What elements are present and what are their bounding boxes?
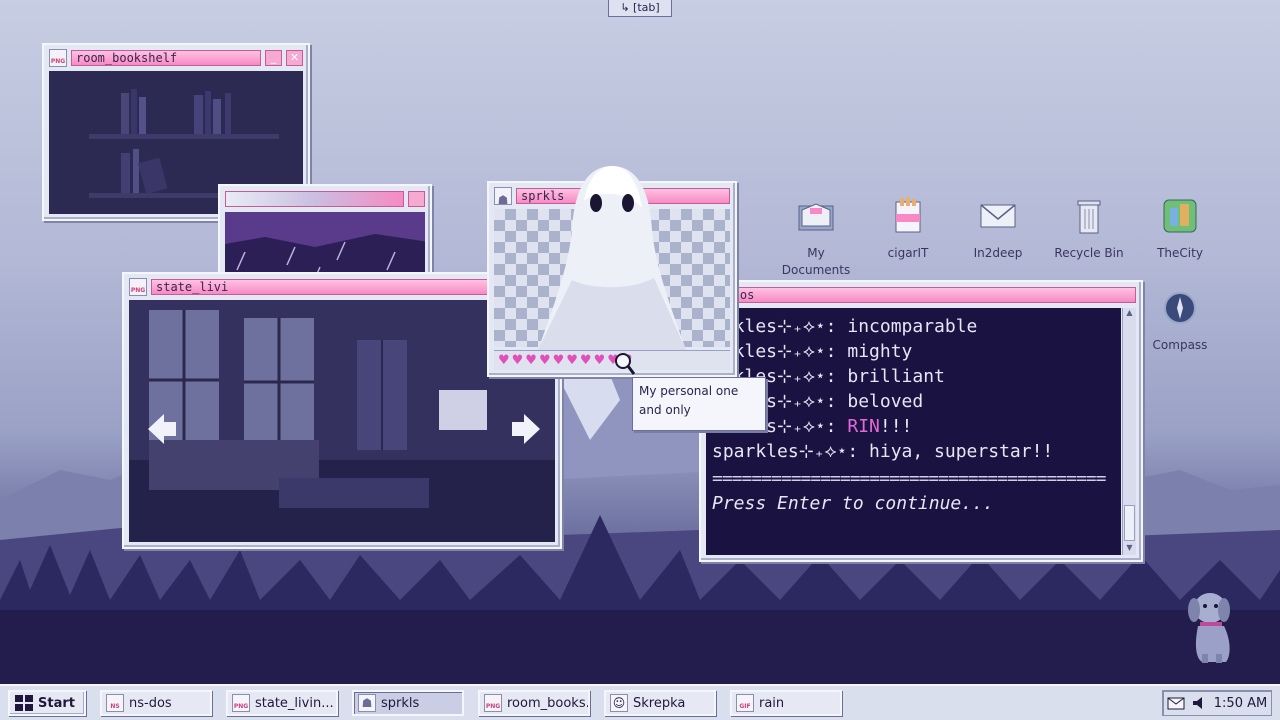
titlebar[interactable]: ns-dos <box>704 285 1138 305</box>
taskbar-label: state_livin... <box>255 695 334 711</box>
icon-label: Compass <box>1152 338 1208 352</box>
ghost-icon: ☗ <box>358 694 376 712</box>
terminal-separator: ======================================== <box>712 468 1106 489</box>
window-title: room_bookshelf <box>71 50 261 66</box>
scroll-thumb[interactable] <box>1124 505 1135 541</box>
png-file-icon: PNG <box>49 49 67 67</box>
icon-label: Recycle Bin <box>1054 246 1124 260</box>
start-button[interactable]: Start <box>8 690 86 716</box>
desktop-icon-compass[interactable]: Compass <box>1135 288 1225 354</box>
close-button[interactable] <box>408 191 425 207</box>
taskbar-label: room_books... <box>507 695 590 711</box>
scroll-up-arrow-icon[interactable]: ▲ <box>1123 308 1136 320</box>
desktop-icon-thecity[interactable]: TheCity <box>1135 196 1225 262</box>
magnifier-cursor-icon <box>615 353 636 375</box>
icon-label: TheCity <box>1157 246 1203 260</box>
icon-label-line2: Documents <box>781 263 851 277</box>
terminal-line: arkles⊹₊⟡⋆: brilliant <box>712 366 945 387</box>
terminal-line: arkles⊹₊⟡⋆: mighty <box>712 341 913 362</box>
scroll-down-arrow-icon[interactable]: ▼ <box>1123 543 1136 555</box>
clock: 1:50 AM <box>1213 695 1268 711</box>
taskbar: Start NS ns-dos PNG state_livin... ☗ spr… <box>0 684 1280 720</box>
close-button[interactable]: ✕ <box>286 50 303 66</box>
icon-label: In2deep <box>973 246 1023 260</box>
system-tray: 1:50 AM <box>1162 690 1272 716</box>
tooltip-line: and only <box>639 403 691 417</box>
terminal-line: sparkles⊹₊⟡⋆: hiya, superstar!! <box>712 441 1054 462</box>
tooltip-line: My personal one <box>639 384 739 398</box>
ns-dos-icon: NS <box>106 694 124 712</box>
taskbar-label: Skrepka <box>633 695 686 711</box>
taskbar-label: ns-dos <box>129 695 172 711</box>
ghost-icon: ☗ <box>494 187 512 206</box>
taskbar-item-sprkls[interactable]: ☗ sprkls <box>352 690 464 716</box>
start-label: Start <box>38 695 75 711</box>
minimize-button[interactable]: _ <box>265 50 282 66</box>
terminal-line: arkles⊹₊⟡⋆: incomparable <box>712 316 978 337</box>
previous-arrow-icon[interactable] <box>148 412 176 446</box>
ghost-tooltip: My personal one and only <box>632 377 766 431</box>
taskbar-item-ns-dos[interactable]: NS ns-dos <box>100 690 212 716</box>
windows-logo-icon <box>15 695 33 711</box>
taskbar-item-skrepka[interactable]: ☺ Skrepka <box>604 690 716 716</box>
desktop-icon-my-documents[interactable]: My Documents <box>771 196 861 279</box>
taskbar-item-state-living[interactable]: PNG state_livin... <box>226 690 338 716</box>
taskbar-item-room-bookshelf[interactable]: PNG room_books... <box>478 690 590 716</box>
skrepka-face-icon: ☺ <box>610 694 628 712</box>
dog-mascot[interactable] <box>1180 588 1244 664</box>
trash-icon <box>1077 200 1101 234</box>
taskbar-label: sprkls <box>381 695 420 711</box>
desktop-icon-cigarit[interactable]: cigarIT <box>863 196 953 262</box>
volume-icon[interactable] <box>1192 696 1206 710</box>
taskbar-label: rain <box>759 695 785 711</box>
titlebar[interactable]: PNG room_bookshelf _ ✕ <box>47 48 305 68</box>
window-title: ns-dos <box>706 287 1136 303</box>
ghost-character[interactable] <box>532 160 692 355</box>
desktop-icon-recycle-bin[interactable]: Recycle Bin <box>1044 196 1134 262</box>
icon-label-line1: My <box>807 246 825 260</box>
png-file-icon: PNG <box>484 694 502 712</box>
terminal-line: arkles⊹₊⟡⋆: beloved <box>712 391 924 412</box>
terminal-line: arkles⊹₊⟡⋆: RIN!!! <box>712 416 913 437</box>
gif-file-icon: GIF <box>736 694 754 712</box>
folder-icon <box>798 203 834 231</box>
icon-label: cigarIT <box>887 246 929 260</box>
compass-icon <box>1164 292 1196 324</box>
mail-icon[interactable] <box>1167 697 1185 710</box>
tab-hint: ↳ [tab] <box>608 0 672 17</box>
cigarette-pack-icon <box>895 197 921 233</box>
png-file-icon: PNG <box>232 694 250 712</box>
next-arrow-icon[interactable] <box>512 412 540 446</box>
glitched-title-bar <box>225 191 404 207</box>
continue-prompt[interactable]: Press Enter to continue... <box>712 491 1121 516</box>
png-file-icon: PNG <box>129 278 147 296</box>
terminal-output[interactable]: arkles⊹₊⟡⋆: incomparable arkles⊹₊⟡⋆: mig… <box>706 308 1121 555</box>
taskbar-item-rain[interactable]: GIF rain <box>730 690 842 716</box>
envelope-icon <box>980 204 1016 228</box>
terminal-scrollbar[interactable]: ▲ ▼ <box>1122 308 1136 555</box>
titlebar[interactable] <box>223 189 427 209</box>
city-icon <box>1163 199 1197 233</box>
desktop-icon-in2deep[interactable]: In2deep <box>953 196 1043 262</box>
